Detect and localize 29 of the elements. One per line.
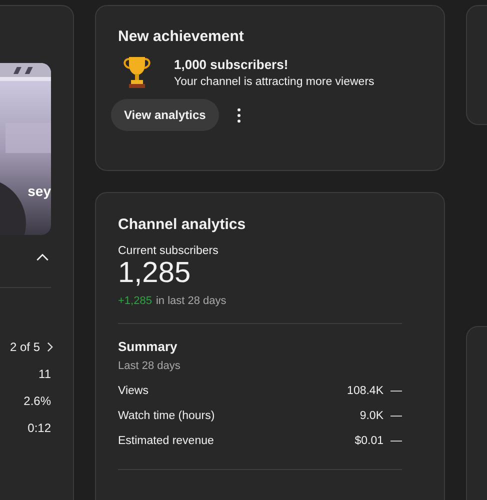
metric-label: Watch time (hours)	[118, 410, 216, 422]
stat-value: 0:12	[26, 421, 51, 435]
trend-dash: —	[390, 435, 402, 447]
more-icon[interactable]	[236, 108, 241, 122]
view-analytics-button[interactable]: View analytics	[111, 99, 219, 131]
subscriber-count: 1,285	[118, 257, 192, 290]
stat-value: 11	[38, 367, 51, 381]
trophy-icon	[122, 55, 152, 89]
collapse-icon[interactable]	[36, 253, 49, 261]
summary-period: Last 28 days	[118, 360, 182, 372]
achievement-message: Your channel is attracting more viewers	[174, 76, 374, 88]
next-icon[interactable]	[47, 342, 53, 352]
card-title: New achievement	[118, 28, 245, 45]
metric-label: Estimated revenue	[118, 435, 215, 447]
trend-dash: —	[390, 385, 402, 397]
metric-label: Views	[118, 385, 150, 397]
change-period: in last 28 days	[156, 295, 226, 307]
achievement-headline: 1,000 subscribers!	[174, 56, 290, 72]
metric-value: $0.01	[354, 435, 384, 447]
metric-value: 108.4K	[347, 385, 384, 397]
metric-value: 9.0K	[360, 410, 384, 422]
trend-dash: —	[390, 410, 402, 422]
stat-value: 2.6%	[22, 394, 51, 408]
thumbnail-caption: sey	[28, 183, 51, 199]
subscriber-change: +1,285	[118, 295, 152, 307]
summary-title: Summary	[118, 339, 178, 354]
card-title: Channel analytics	[118, 216, 247, 233]
pager-text: 2 of 5	[10, 340, 40, 354]
subscribers-label: Current subscribers	[118, 245, 220, 257]
